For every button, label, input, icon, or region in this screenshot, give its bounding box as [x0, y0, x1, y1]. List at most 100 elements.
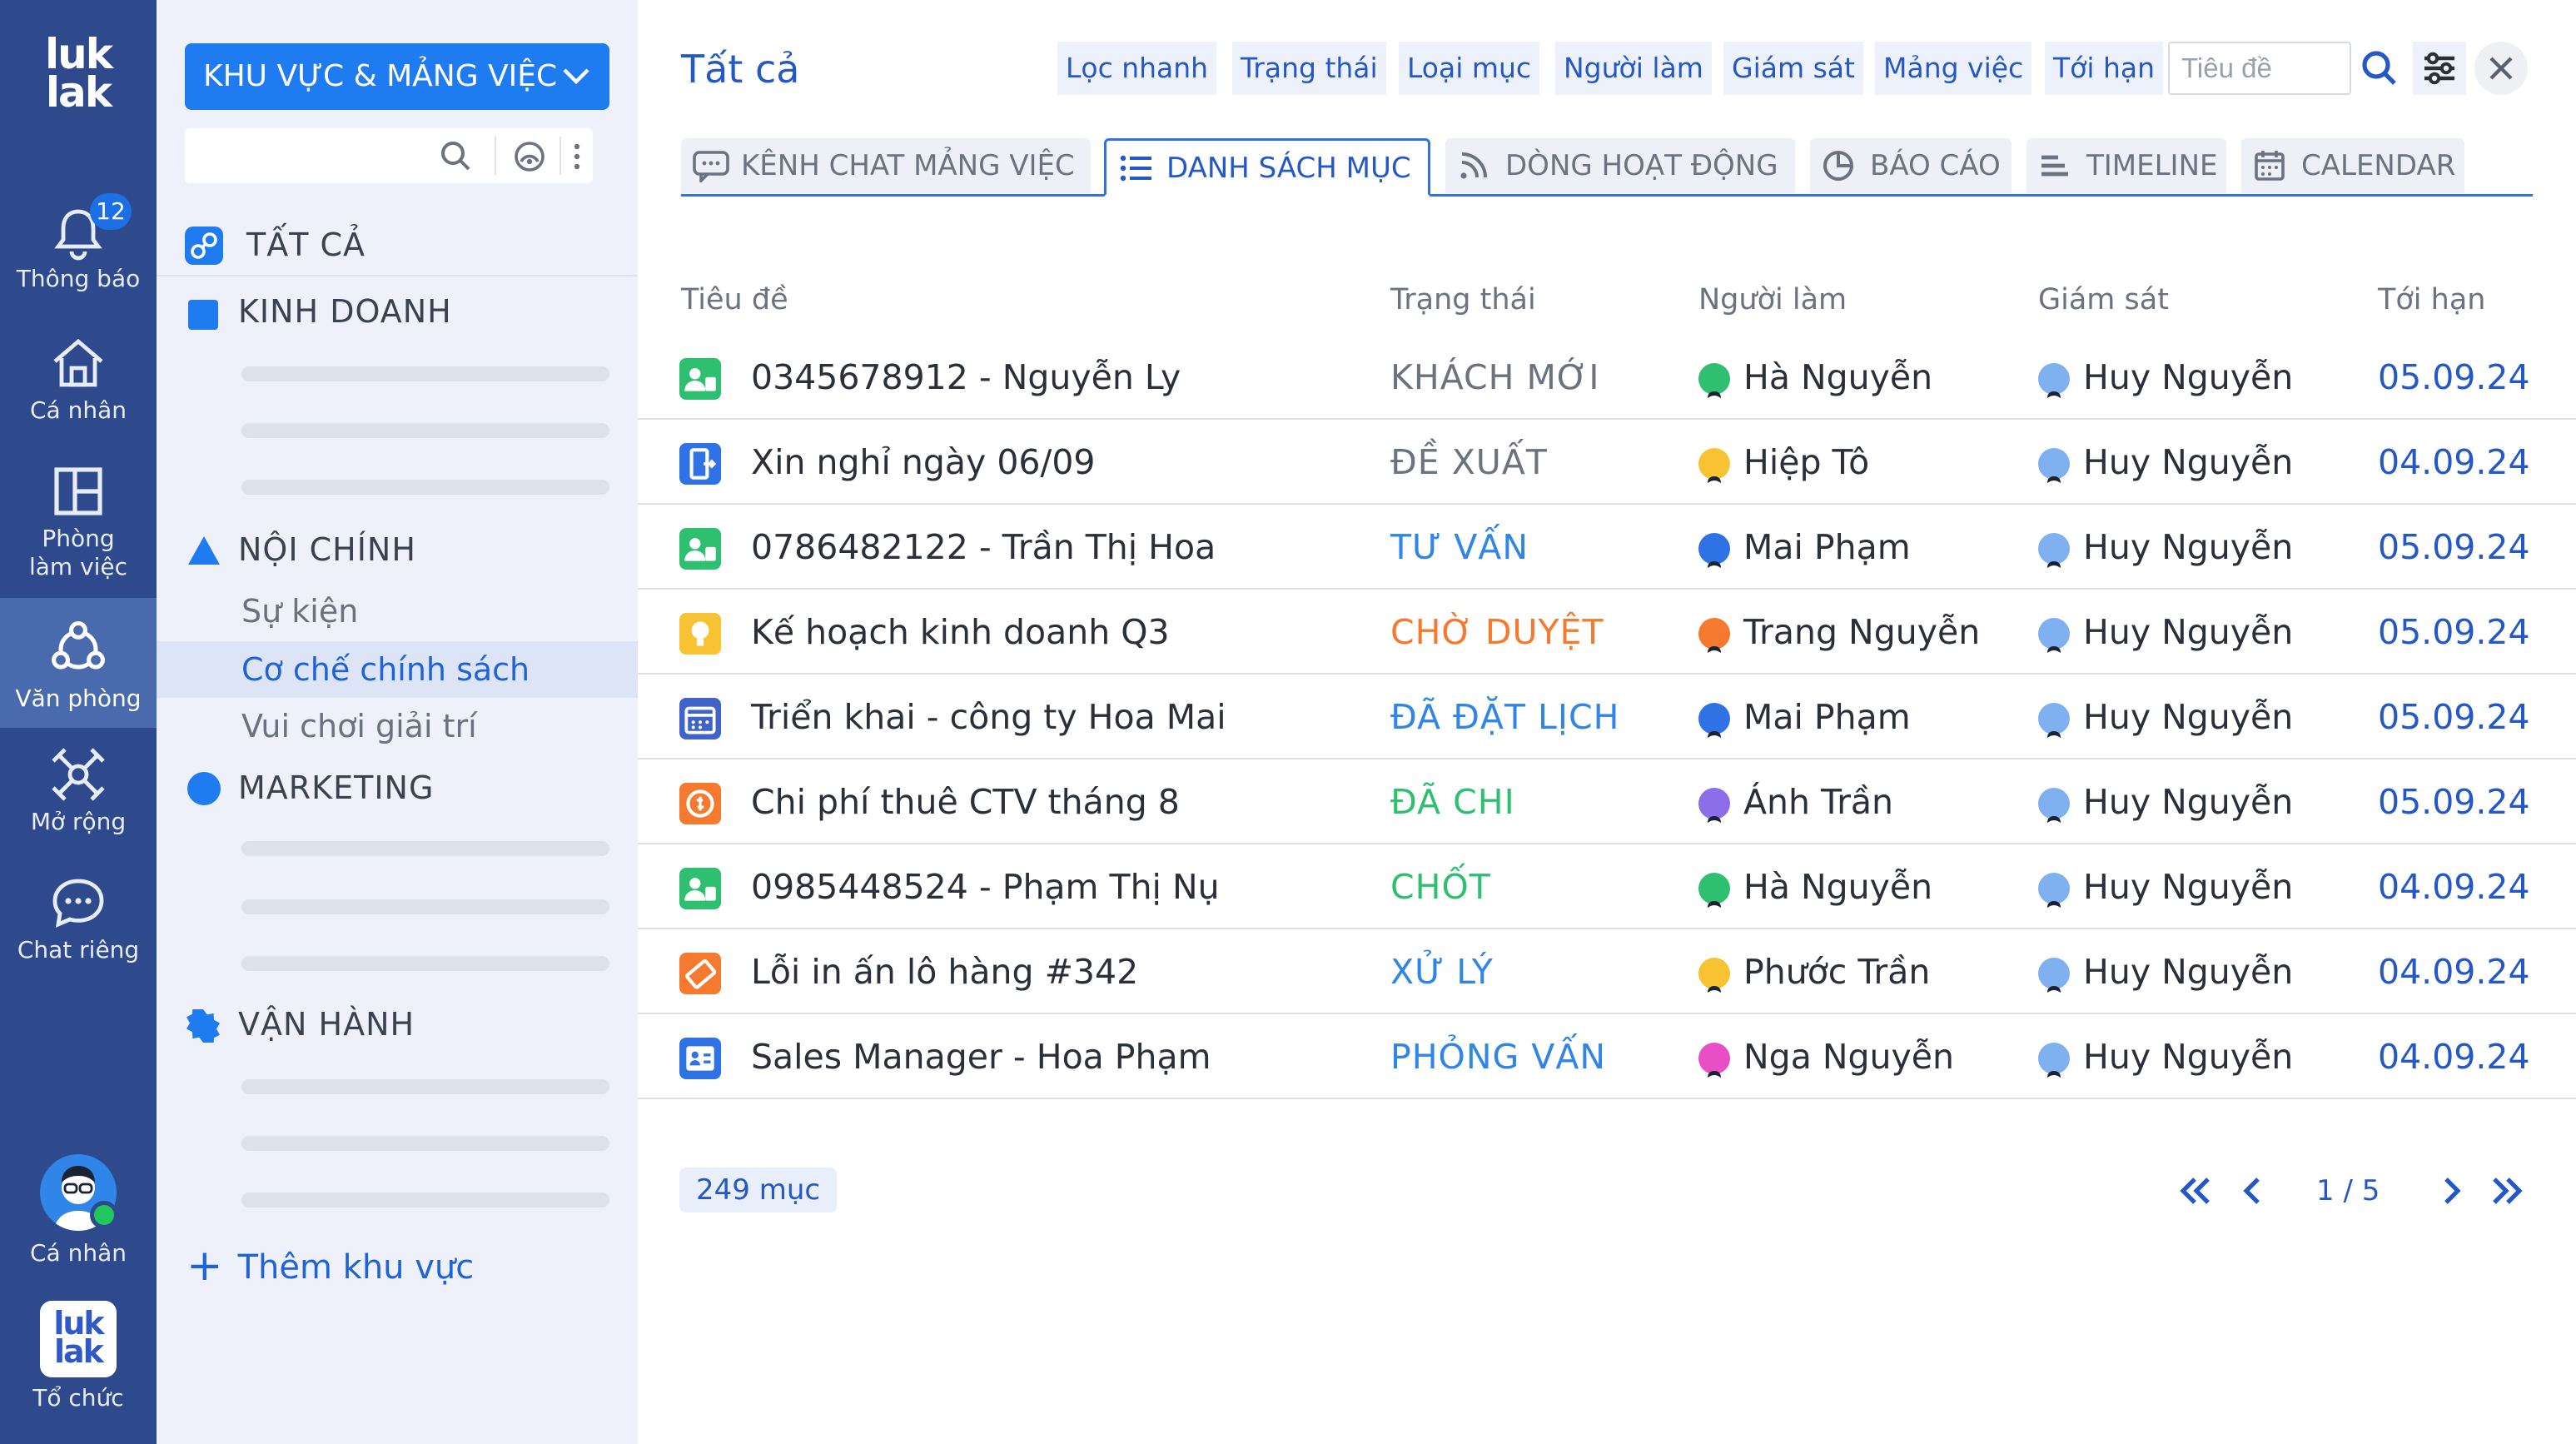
supervisor[interactable]: Huy Nguyễn: [2038, 929, 2293, 1014]
table-row[interactable]: Xin nghỉ ngày 06/09 ĐỀ XUẤT Hiệp Tô Huy Ngu…: [638, 420, 2576, 505]
item-count-badge: 249 mục: [679, 1168, 838, 1212]
calendar-icon: [2255, 151, 2285, 181]
rail-item-notifications[interactable]: 12 Thông báo: [0, 193, 157, 318]
sidebar-search-input[interactable]: [193, 135, 435, 177]
sidebar-item-vui-choi-giai-tri[interactable]: Vui chơi giải trí: [157, 698, 638, 754]
last-page-icon[interactable]: [2488, 1166, 2528, 1216]
more-vertical-icon[interactable]: [564, 138, 589, 175]
supervisor[interactable]: Huy Nguyễn: [2038, 759, 2293, 844]
assignee[interactable]: Mai Phạm: [1698, 505, 1911, 590]
assignee[interactable]: Mai Phạm: [1698, 675, 1911, 759]
next-page-icon[interactable]: [2431, 1166, 2471, 1216]
add-area-button[interactable]: + Thêm khu vực: [186, 1241, 474, 1292]
table-row[interactable]: 0786482122 - Trần Thị Hoa TƯ VẤN Mai Phạm H…: [638, 505, 2576, 590]
row-title[interactable]: Lỗi in ấn lô hàng #342: [751, 929, 1138, 1014]
row-title[interactable]: Kế hoạch kinh doanh Q3: [751, 590, 1170, 675]
table-row[interactable]: 0345678912 - Nguyễn Ly KHÁCH MỚI Hà Nguyễn…: [638, 335, 2576, 420]
row-title[interactable]: Sales Manager - Hoa Phạm: [751, 1014, 1211, 1099]
column-header-title[interactable]: Tiêu đề: [681, 275, 788, 325]
divider: [559, 137, 561, 175]
status-label: CHỜ DUYỆT: [1390, 612, 1604, 652]
assignee[interactable]: Hà Nguyễn: [1698, 335, 1932, 420]
row-title[interactable]: 0985448524 - Phạm Thị Nụ: [751, 844, 1220, 929]
filter-status[interactable]: Trạng thái: [1232, 42, 1386, 95]
rail-item-personal[interactable]: Cá nhân: [0, 330, 157, 455]
previous-page-icon[interactable]: [2233, 1166, 2273, 1216]
filter-assignee[interactable]: Người làm: [1555, 42, 1712, 95]
row-title[interactable]: Chi phí thuê CTV tháng 8: [751, 759, 1180, 844]
table-row[interactable]: Kế hoạch kinh doanh Q3 CHỜ DUYỆT Trang Ngu…: [638, 590, 2576, 675]
tab-calendar[interactable]: CALENDAR: [2241, 138, 2464, 193]
filter-item-type[interactable]: Loại mục: [1399, 42, 1540, 95]
rail-organization[interactable]: luk lak Tổ chức: [0, 1301, 157, 1426]
rss-icon: [1460, 152, 1487, 179]
title-search-input[interactable]: [2168, 42, 2351, 95]
assignee-name: Hà Nguyễn: [1743, 357, 1933, 397]
tab-activity-stream[interactable]: DÒNG HOẠT ĐỘNG: [1445, 138, 1795, 193]
sidebar-item-co-che-chinh-sach[interactable]: Cơ chế chính sách: [157, 641, 638, 698]
rail-item-private-chat[interactable]: Chat riêng: [0, 869, 157, 994]
search-icon[interactable]: [438, 138, 475, 175]
filter-quick[interactable]: Lọc nhanh: [1057, 42, 1217, 95]
area-dropdown-button[interactable]: KHU VỰC & MẢNG VIỆC: [185, 43, 609, 110]
sliders-icon[interactable]: [2413, 42, 2466, 95]
ticket-icon: [679, 953, 721, 994]
rail-label: Tổ chức: [32, 1384, 124, 1412]
assignee[interactable]: Ánh Trần: [1698, 759, 1893, 844]
luklak-logo[interactable]: luk lak: [37, 33, 120, 127]
supervisor[interactable]: Huy Nguyễn: [2038, 420, 2293, 505]
supervisor[interactable]: Huy Nguyễn: [2038, 590, 2293, 675]
supervisor-avatar: [2038, 958, 2070, 1001]
rail-item-workspace[interactable]: Phòng làm việc: [0, 458, 157, 600]
assignee[interactable]: Phước Trần: [1698, 929, 1930, 1014]
rail-item-extensions[interactable]: Mở rộng: [0, 741, 157, 866]
assignee-avatar: [1698, 533, 1730, 576]
assignee[interactable]: Trang Nguyễn: [1698, 590, 1980, 675]
sidebar-item-all[interactable]: TẤT CẢ: [157, 213, 638, 276]
column-header-supervisor[interactable]: Giám sát: [2038, 275, 2169, 325]
row-title[interactable]: 0786482122 - Trần Thị Hoa: [751, 505, 1216, 590]
filter-work-area[interactable]: Mảng việc: [1875, 42, 2032, 95]
notification-badge: 12: [90, 193, 132, 230]
supervisor[interactable]: Huy Nguyễn: [2038, 675, 2293, 759]
search-icon[interactable]: [2353, 42, 2406, 95]
tab-work-area-chat[interactable]: KÊNH CHAT MẢNG VIỆC: [681, 138, 1091, 193]
first-page-icon[interactable]: [2175, 1166, 2215, 1216]
column-header-due[interactable]: Tới hạn: [2378, 275, 2485, 325]
rail-profile[interactable]: Cá nhân: [0, 1154, 157, 1267]
table-row[interactable]: 0985448524 - Phạm Thị Nụ CHỐT Hà Nguyễn Huy…: [638, 844, 2576, 929]
assignee[interactable]: Nga Nguyễn: [1698, 1014, 1954, 1099]
due-date: 05.09.24: [2378, 697, 2530, 737]
tab-report[interactable]: BÁO CÁO: [1810, 138, 2012, 193]
rail-item-office[interactable]: Văn phòng: [0, 598, 157, 728]
tab-item-list[interactable]: DANH SÁCH MỤC: [1104, 138, 1430, 197]
status-label: ĐỀ XUẤT: [1390, 442, 1548, 482]
filter-due[interactable]: Tới hạn: [2045, 42, 2164, 95]
table-row[interactable]: Lỗi in ấn lô hàng #342 XỬ LÝ Phước Trần Huy…: [638, 929, 2576, 1014]
customer-icon: [679, 868, 721, 909]
table-row[interactable]: Chi phí thuê CTV tháng 8 ĐÃ CHI Ánh Trần Hu…: [638, 759, 2576, 844]
assignee[interactable]: Hà Nguyễn: [1698, 844, 1932, 929]
row-title[interactable]: 0345678912 - Nguyễn Ly: [751, 335, 1181, 420]
rail-label: Văn phòng: [15, 685, 142, 712]
close-button[interactable]: [2474, 42, 2528, 95]
supervisor[interactable]: Huy Nguyễn: [2038, 1014, 2293, 1099]
radar-icon[interactable]: [511, 138, 548, 175]
supervisor[interactable]: Huy Nguyễn: [2038, 335, 2293, 420]
column-header-status[interactable]: Trạng thái: [1390, 275, 1536, 325]
tab-label: CALENDAR: [2301, 149, 2456, 182]
table-row[interactable]: Sales Manager - Hoa Phạm PHỎNG VẤN Nga Ngu…: [638, 1014, 2576, 1099]
assignee[interactable]: Hiệp Tô: [1698, 420, 1869, 505]
column-header-assignee[interactable]: Người làm: [1698, 275, 1847, 325]
row-title[interactable]: Triển khai - công ty Hoa Mai: [751, 675, 1226, 759]
assignee-avatar: [1698, 873, 1730, 916]
table-row[interactable]: Triển khai - công ty Hoa Mai ĐÃ ĐẶT LỊCH M…: [638, 675, 2576, 759]
tab-timeline[interactable]: TIMELINE: [2026, 138, 2226, 193]
row-title[interactable]: Xin nghỉ ngày 06/09: [751, 420, 1096, 505]
sidebar-item-su-kien[interactable]: Sự kiện: [157, 583, 638, 640]
supervisor[interactable]: Huy Nguyễn: [2038, 505, 2293, 590]
all-areas-icon: [185, 227, 223, 265]
filter-supervisor[interactable]: Giám sát: [1723, 42, 1863, 95]
supervisor-avatar: [2038, 448, 2070, 491]
supervisor[interactable]: Huy Nguyễn: [2038, 844, 2293, 929]
